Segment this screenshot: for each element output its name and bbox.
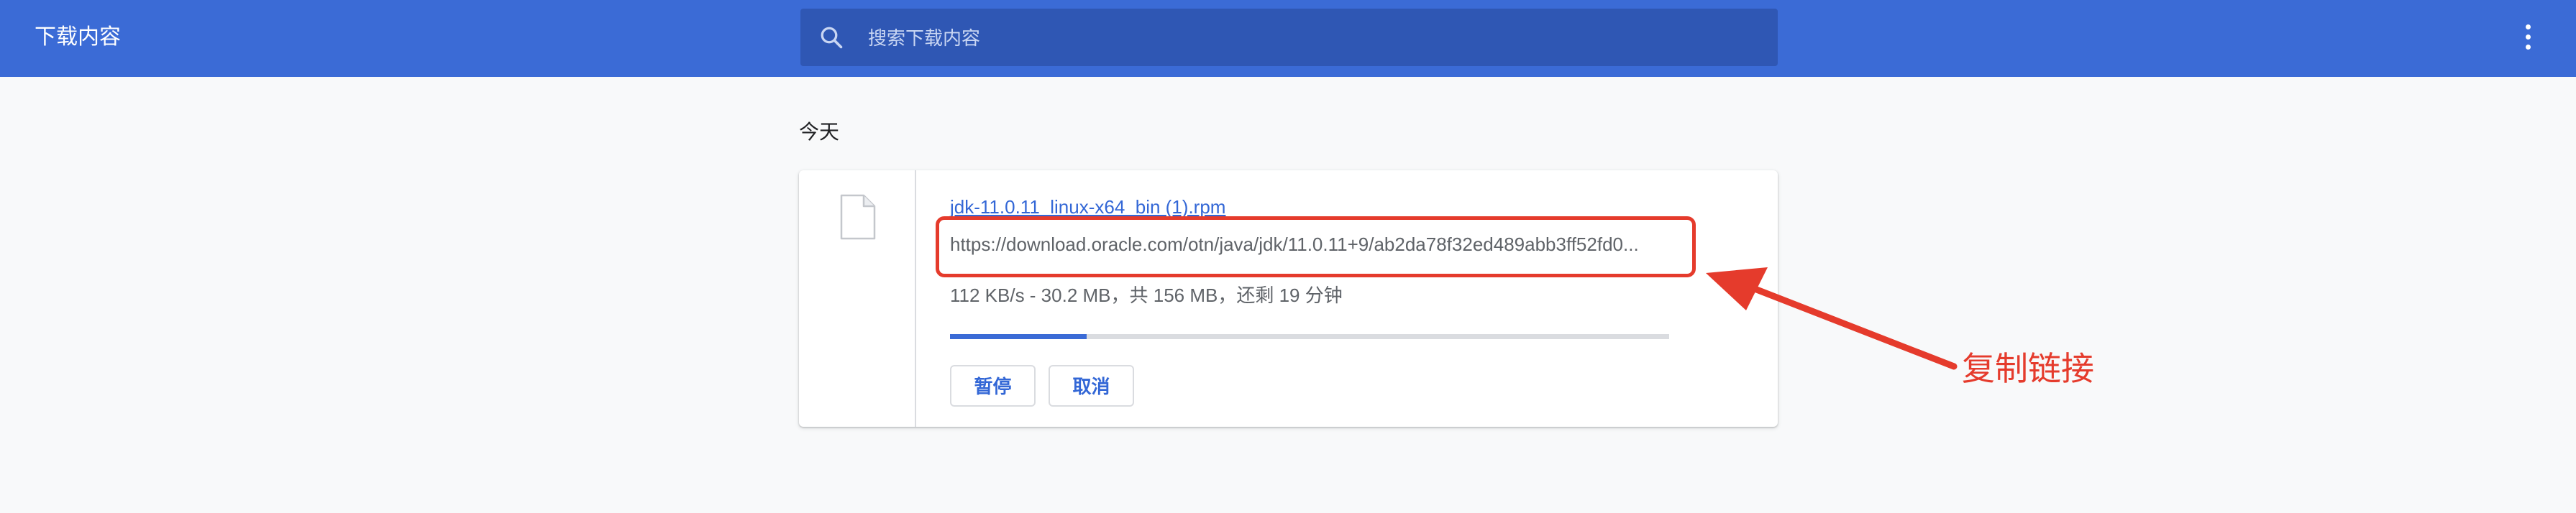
file-name-link[interactable]: jdk-11.0.11_linux-x64_bin (1).rpm	[950, 195, 1225, 219]
file-icon	[840, 194, 876, 240]
download-progress-bar	[950, 334, 1669, 339]
annotation-label: 复制链接	[1962, 350, 2094, 387]
section-date-header: 今天	[799, 121, 840, 143]
cancel-button[interactable]: 取消	[1049, 365, 1134, 407]
pause-button[interactable]: 暂停	[950, 365, 1036, 407]
search-box[interactable]	[800, 9, 1778, 68]
download-item-card: jdk-11.0.11_linux-x64_bin (1).rpm https:…	[799, 170, 1778, 427]
more-menu-button[interactable]	[2513, 19, 2544, 56]
more-vertical-icon	[2526, 24, 2531, 29]
page-title: 下载内容	[35, 25, 121, 49]
url-highlight-box	[936, 216, 1696, 277]
top-bar: 下载内容	[0, 0, 2576, 77]
download-progress-fill	[950, 334, 1087, 339]
download-status: 112 KB/s - 30.2 MB，共 156 MB，还剩 19 分钟	[950, 285, 1343, 306]
card-divider	[915, 170, 916, 427]
search-icon[interactable]	[818, 24, 844, 50]
search-input[interactable]	[867, 9, 1732, 68]
